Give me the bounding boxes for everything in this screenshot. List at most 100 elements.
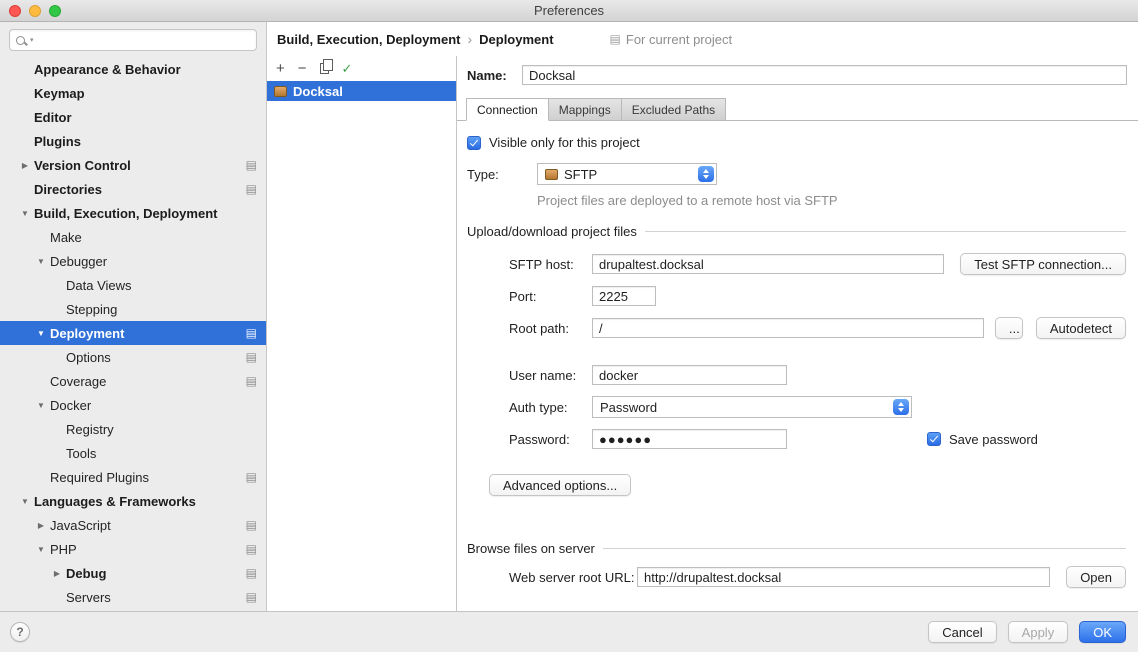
name-input[interactable] [522, 65, 1127, 85]
sidebar-item-label: Data Views [66, 278, 132, 293]
expand-arrow-icon[interactable]: ▶ [48, 569, 66, 578]
type-hint: Project files are deployed to a remote h… [537, 193, 1126, 208]
sidebar-item-debugger[interactable]: ▼Debugger [0, 249, 266, 273]
sidebar-item-label: Version Control [34, 158, 131, 173]
sidebar-item-label: Stepping [66, 302, 117, 317]
collapse-arrow-icon[interactable]: ▼ [32, 401, 50, 410]
deployment-form: Name: Connection Mappings Excluded Paths [457, 56, 1138, 611]
password-input[interactable] [592, 429, 787, 449]
user-name-input[interactable] [592, 365, 787, 385]
sftp-host-input[interactable] [592, 254, 944, 274]
sidebar-item-docker[interactable]: ▼Docker [0, 393, 266, 417]
sidebar-item-label: Directories [34, 182, 102, 197]
browse-section-title: Browse files on server [467, 541, 595, 556]
minimize-window-button[interactable] [29, 5, 41, 17]
sidebar-item-appearance-behavior[interactable]: Appearance & Behavior [0, 57, 266, 81]
collapse-arrow-icon[interactable]: ▼ [16, 497, 34, 506]
per-project-icon: ▤ [246, 183, 257, 195]
help-button[interactable]: ? [10, 622, 30, 642]
breadcrumb-item-deployment[interactable]: Deployment [479, 32, 553, 47]
collapse-arrow-icon[interactable]: ▼ [32, 257, 50, 266]
sidebar-item-coverage[interactable]: Coverage▤ [0, 369, 266, 393]
sidebar-item-label: Coverage [50, 374, 106, 389]
sidebar-item-debug[interactable]: ▶Debug▤ [0, 561, 266, 585]
add-icon[interactable]: + [276, 61, 285, 76]
password-label: Password: [509, 432, 592, 447]
sidebar-item-languages-frameworks[interactable]: ▼Languages & Frameworks [0, 489, 266, 513]
sidebar-item-stepping[interactable]: Stepping [0, 297, 266, 321]
sidebar-item-build-execution-deployment[interactable]: ▼Build, Execution, Deployment [0, 201, 266, 225]
sidebar-item-make[interactable]: Make [0, 225, 266, 249]
tab-connection[interactable]: Connection [466, 98, 549, 121]
sidebar-item-label: Docker [50, 398, 91, 413]
per-project-icon: ▤ [246, 591, 257, 603]
zoom-window-button[interactable] [49, 5, 61, 17]
connection-tab-content: Visible only for this project Type: SFTP… [457, 121, 1138, 611]
tab-mappings[interactable]: Mappings [549, 98, 622, 121]
remove-icon[interactable]: − [298, 61, 307, 76]
collapse-arrow-icon[interactable]: ▼ [16, 209, 34, 218]
sidebar-item-label: Editor [34, 110, 72, 125]
sidebar-item-keymap[interactable]: Keymap [0, 81, 266, 105]
collapse-arrow-icon[interactable]: ▼ [32, 545, 50, 554]
server-list-toolbar: +− ✓ [267, 56, 456, 81]
sidebar-item-options[interactable]: Options▤ [0, 345, 266, 369]
sidebar-item-registry[interactable]: Registry [0, 417, 266, 441]
sidebar-item-version-control[interactable]: ▶Version Control ▤ [0, 153, 266, 177]
sidebar-item-label: Tools [66, 446, 96, 461]
tab-excluded-paths[interactable]: Excluded Paths [622, 98, 726, 121]
dialog-footer: ? Cancel Apply OK [0, 611, 1138, 652]
per-project-icon: ▤ [246, 159, 257, 171]
breadcrumb: Build, Execution, Deployment › Deploymen… [267, 22, 1138, 56]
section-divider [603, 548, 1126, 549]
browse-root-path-button[interactable]: ... [995, 317, 1023, 339]
sidebar-item-servers[interactable]: Servers▤ [0, 585, 266, 609]
sidebar-item-required-plugins[interactable]: Required Plugins▤ [0, 465, 266, 489]
auth-type-dropdown[interactable]: Password [592, 396, 912, 418]
expand-arrow-icon[interactable]: ▶ [32, 521, 50, 530]
sidebar-item-label: Make [50, 230, 82, 245]
dropdown-stepper-icon [698, 166, 714, 182]
per-project-icon: ▤ [246, 471, 257, 483]
sidebar-item-directories[interactable]: Directories ▤ [0, 177, 266, 201]
ok-button[interactable]: OK [1079, 621, 1126, 643]
copy-icon[interactable] [320, 63, 329, 74]
window-controls [9, 5, 61, 17]
server-list-item[interactable]: Docksal [267, 81, 456, 101]
test-sftp-connection-button[interactable]: Test SFTP connection... [960, 253, 1126, 275]
use-as-default-icon[interactable]: ✓ [342, 62, 353, 75]
expand-arrow-icon[interactable]: ▶ [16, 161, 34, 170]
collapse-arrow-icon[interactable]: ▼ [32, 329, 50, 338]
sftp-server-icon [274, 86, 287, 97]
sidebar-item-editor[interactable]: Editor [0, 105, 266, 129]
autodetect-button[interactable]: Autodetect [1036, 317, 1126, 339]
type-label: Type: [467, 167, 537, 182]
root-path-input[interactable] [592, 318, 984, 338]
sidebar-item-label: Appearance & Behavior [34, 62, 181, 77]
sidebar-item-label: Plugins [34, 134, 81, 149]
breadcrumb-separator-icon: › [467, 31, 472, 47]
settings-sidebar: ▾ Appearance & Behavior Keymap Editor Plugi… [0, 22, 267, 611]
save-password-checkbox[interactable] [927, 432, 941, 446]
window-title: Preferences [534, 3, 604, 18]
advanced-options-button[interactable]: Advanced options... [489, 474, 631, 496]
sidebar-item-plugins[interactable]: Plugins [0, 129, 266, 153]
port-input[interactable] [592, 286, 656, 306]
open-button[interactable]: Open [1066, 566, 1126, 588]
settings-content: Build, Execution, Deployment › Deploymen… [267, 22, 1138, 611]
sidebar-item-tools[interactable]: Tools [0, 441, 266, 465]
sidebar-item-php[interactable]: ▼PHP▤ [0, 537, 266, 561]
settings-search-field[interactable]: ▾ [9, 29, 257, 51]
close-window-button[interactable] [9, 5, 21, 17]
visible-only-checkbox[interactable] [467, 136, 481, 150]
breadcrumb-item-build-execution-deployment[interactable]: Build, Execution, Deployment [277, 32, 460, 47]
sidebar-item-label: Debug [66, 566, 106, 581]
sidebar-item-javascript[interactable]: ▶JavaScript▤ [0, 513, 266, 537]
per-project-icon: ▤ [246, 351, 257, 363]
sidebar-item-data-views[interactable]: Data Views [0, 273, 266, 297]
apply-button[interactable]: Apply [1008, 621, 1069, 643]
type-dropdown[interactable]: SFTP [537, 163, 717, 185]
sidebar-item-deployment[interactable]: ▼Deployment▤ [0, 321, 266, 345]
cancel-button[interactable]: Cancel [928, 621, 996, 643]
web-root-input[interactable] [637, 567, 1050, 587]
